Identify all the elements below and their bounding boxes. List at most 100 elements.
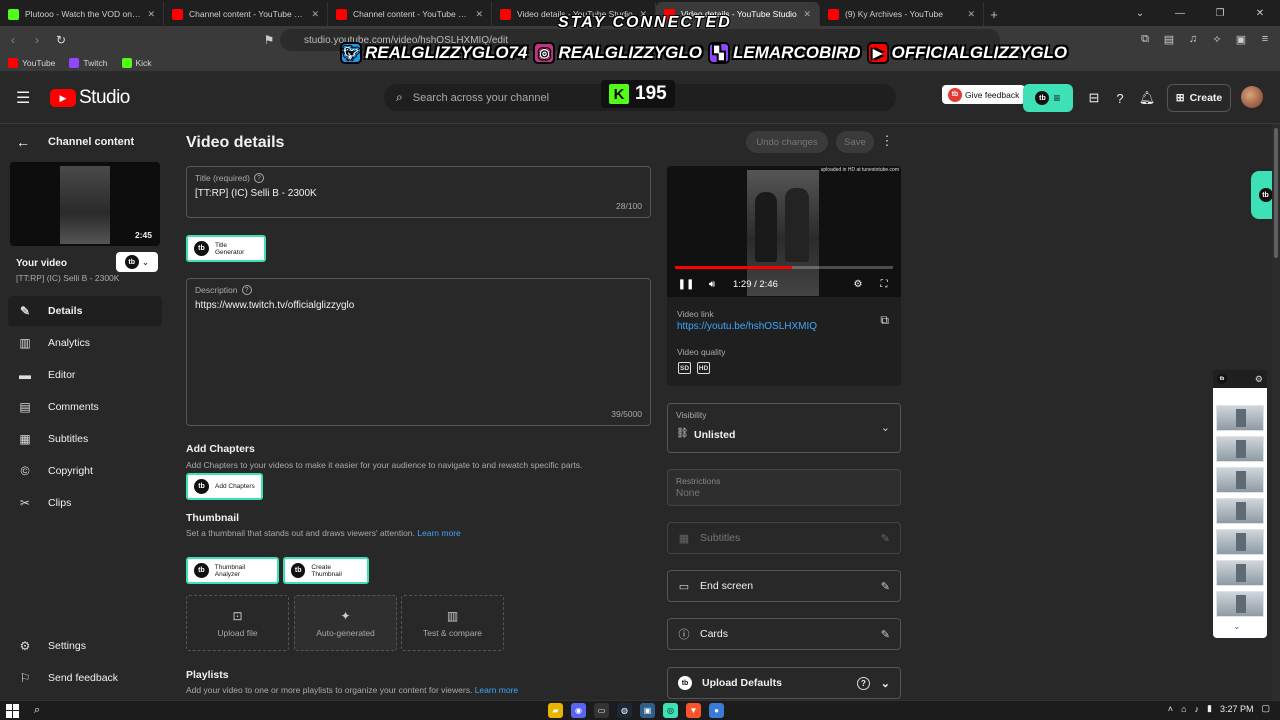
auto-generated-option[interactable]: ✦ Auto-generated xyxy=(294,595,397,651)
hamburger-menu-icon[interactable]: ☰ xyxy=(16,88,34,107)
fullscreen-icon[interactable]: ⛶ xyxy=(875,279,893,290)
give-feedback-button[interactable]: tb Give feedback xyxy=(942,85,1026,104)
help-icon[interactable]: ? xyxy=(253,173,264,183)
sidebar-item-send-feedback[interactable]: ⚐ Send feedback xyxy=(8,663,162,693)
video-link[interactable]: https://youtu.be/hshOSLHXMIQ xyxy=(677,321,817,332)
video-player[interactable]: uploaded in HD at tunestotube.com ❚❚ 🔊︎ … xyxy=(667,166,901,297)
close-icon[interactable]: ✕ xyxy=(1240,0,1280,26)
end-screen-button[interactable]: ▭ End screen ✎ xyxy=(667,570,901,602)
pause-icon[interactable]: ❚❚ xyxy=(677,279,695,290)
battery-icon[interactable]: ▮ xyxy=(1207,703,1212,714)
add-chapters-button[interactable]: tb Add Chapters xyxy=(186,473,263,500)
playlists-learn-more-link[interactable]: Learn more xyxy=(475,685,518,695)
sidebar-item-analytics[interactable]: ▥ Analytics xyxy=(8,328,162,358)
video-progress-bar[interactable] xyxy=(675,266,893,269)
save-button[interactable]: Save xyxy=(836,131,874,153)
maximize-icon[interactable]: ❐ xyxy=(1200,0,1240,26)
more-options-icon[interactable]: ⋮ xyxy=(880,133,894,151)
volume-icon[interactable]: 🔊︎ xyxy=(703,279,721,290)
back-icon[interactable]: ‹ xyxy=(2,29,24,51)
network-icon[interactable]: ⌂ xyxy=(1181,704,1186,714)
terminal-icon[interactable]: ▭ xyxy=(594,703,609,718)
brave-browser-icon[interactable]: ▼ xyxy=(686,703,701,718)
close-icon[interactable]: ✕ xyxy=(967,9,975,20)
copy-icon[interactable]: ⧉ xyxy=(880,313,889,328)
panel-thumbnail[interactable] xyxy=(1216,560,1264,586)
search-icon[interactable]: ⌕ xyxy=(34,704,40,717)
gear-icon[interactable]: ⚙ xyxy=(1255,374,1263,385)
menu-icon[interactable]: ≡ xyxy=(1256,30,1274,48)
visibility-select[interactable]: Visibility ⛓ Unlisted ⌄ xyxy=(667,403,901,453)
title-field[interactable]: Title (required)? [TT:RP] (IC) Selli B -… xyxy=(186,166,651,218)
bookmark-kick[interactable]: Kick xyxy=(121,57,152,68)
chevron-down-icon[interactable]: ⌄ xyxy=(1233,621,1241,632)
monitor-icon[interactable]: ▣ xyxy=(640,703,655,718)
close-icon[interactable]: ✕ xyxy=(475,9,483,20)
sidebar-icon[interactable]: ▤ xyxy=(1160,30,1178,48)
help-icon[interactable]: ? xyxy=(241,285,252,295)
bookmark-icon[interactable]: ⚑ xyxy=(258,29,280,51)
notifications-bell-icon[interactable]: 🔔︎ xyxy=(1138,89,1156,107)
panel-thumbnail[interactable] xyxy=(1216,591,1264,617)
test-compare-option[interactable]: ▥ Test & compare xyxy=(401,595,504,651)
create-button[interactable]: ⊞ Create xyxy=(1167,84,1231,112)
bookmark-youtube[interactable]: YouTube xyxy=(8,57,55,68)
video-thumbnail[interactable]: 2:45 xyxy=(10,162,160,246)
upload-file-option[interactable]: ⊡ Upload file xyxy=(186,595,289,651)
wallet-icon[interactable]: ▣ xyxy=(1232,30,1250,48)
volume-icon[interactable]: ♪ xyxy=(1195,704,1200,714)
panel-thumbnail[interactable] xyxy=(1216,405,1264,431)
cards-button[interactable]: ⓘ Cards ✎ xyxy=(667,618,901,650)
leo-icon[interactable]: ✧ xyxy=(1208,30,1226,48)
panel-thumbnail[interactable] xyxy=(1216,467,1264,493)
thumbnail-learn-more-link[interactable]: Learn more xyxy=(417,528,460,538)
sidebar-item-details[interactable]: ✎ Details xyxy=(8,296,162,326)
thumbnail-analyzer-button[interactable]: tb Thumbnail Analyzer xyxy=(186,557,279,584)
forward-icon[interactable]: › xyxy=(26,29,48,51)
studio-logo[interactable]: ▶ Studio xyxy=(50,87,130,109)
chevron-down-icon[interactable]: ⌄ xyxy=(1120,0,1160,26)
chevron-up-icon[interactable]: ˄ xyxy=(1168,704,1173,714)
browser-tab[interactable]: Plutooo - Watch the VOD on Kick ✕ xyxy=(0,2,164,26)
sidebar-item-subtitles[interactable]: ▦ Subtitles xyxy=(8,424,162,454)
browser-tab[interactable]: Channel content - YouTube Studio ✕ xyxy=(164,2,328,26)
sidebar-item-comments[interactable]: ▤ Comments xyxy=(8,392,162,422)
chevron-down-icon[interactable]: ⌄ xyxy=(881,677,890,690)
close-icon[interactable]: ✕ xyxy=(803,9,811,20)
clock[interactable]: 3:27 PM xyxy=(1220,704,1254,714)
title-generator-button[interactable]: tb Title Generator xyxy=(186,235,266,262)
extensions-icon[interactable]: ⧉ xyxy=(1136,30,1154,48)
undo-changes-button[interactable]: Undo changes xyxy=(746,131,828,153)
discord-icon[interactable]: ◉ xyxy=(571,703,586,718)
browser-tab[interactable]: (9) Ky Archives - YouTube ✕ xyxy=(820,2,984,26)
upload-defaults-button[interactable]: tb Upload Defaults ? ⌄ xyxy=(667,667,901,699)
close-icon[interactable]: ✕ xyxy=(147,9,155,20)
playlist-icon[interactable]: ♫ xyxy=(1184,30,1202,48)
panel-thumbnail[interactable] xyxy=(1216,529,1264,555)
scrollbar-thumb[interactable] xyxy=(1274,128,1278,258)
page-scrollbar[interactable] xyxy=(1272,124,1280,700)
sidebar-item-clips[interactable]: ✂ Clips xyxy=(8,488,162,518)
obs-icon[interactable]: ◎ xyxy=(663,703,678,718)
bookmark-twitch[interactable]: Twitch xyxy=(69,57,108,68)
minimize-icon[interactable]: — xyxy=(1160,0,1200,26)
panel-thumbnail[interactable] xyxy=(1216,436,1264,462)
subtitles-button[interactable]: ▦ Subtitles ✎ xyxy=(667,522,901,554)
browser-tab[interactable]: Channel content - YouTube Studio ✕ xyxy=(328,2,492,26)
create-thumbnail-button[interactable]: tb Create Thumbnail xyxy=(283,557,369,584)
plus-icon[interactable]: + xyxy=(984,2,1004,26)
gear-icon[interactable]: ⚙ xyxy=(849,279,867,290)
file-explorer-icon[interactable]: ▰ xyxy=(548,703,563,718)
reload-icon[interactable]: ↻ xyxy=(50,29,72,51)
help-icon[interactable]: ? xyxy=(857,676,870,690)
notification-icon[interactable]: ▢ xyxy=(1261,703,1270,714)
tubebuddy-menu-button[interactable]: tb ≡ xyxy=(1023,84,1073,112)
tubebuddy-video-menu[interactable]: tb ⌄ xyxy=(116,252,158,272)
sidebar-item-copyright[interactable]: © Copyright xyxy=(8,456,162,486)
close-icon[interactable]: ✕ xyxy=(311,9,319,20)
captions-icon[interactable]: ⊟ xyxy=(1085,89,1103,107)
sidebar-item-editor[interactable]: ▬ Editor xyxy=(8,360,162,390)
avatar[interactable] xyxy=(1241,86,1263,108)
steam-icon[interactable]: ◍ xyxy=(617,703,632,718)
back-to-channel-content[interactable]: ← Channel content xyxy=(16,134,134,150)
